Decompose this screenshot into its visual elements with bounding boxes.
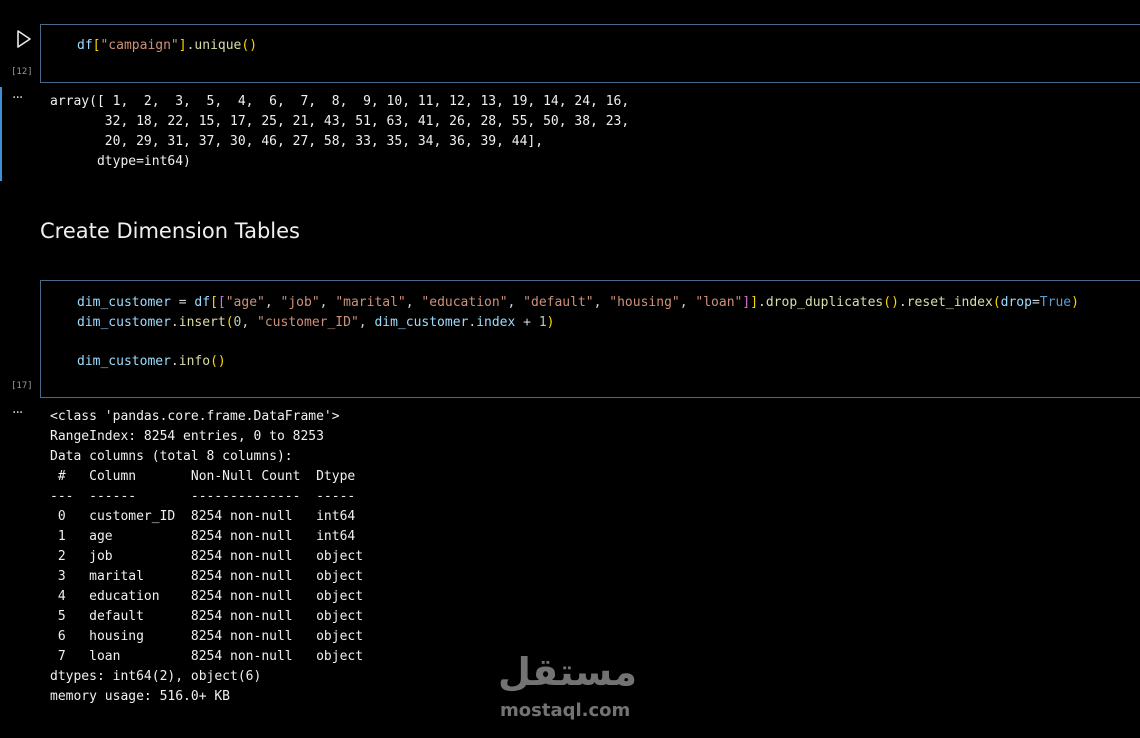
- code-token: (): [241, 38, 258, 53]
- code-token: index: [476, 314, 516, 330]
- output-menu-icon[interactable]: ···: [12, 90, 23, 106]
- code-token: "job": [280, 295, 320, 310]
- output-line: 32, 18, 22, 15, 17, 25, 21, 43, 51, 63, …: [50, 114, 630, 129]
- output-line: dtype=int64): [50, 154, 191, 169]
- cell-output: <class 'pandas.core.frame.DataFrame'> Ran…: [50, 407, 363, 707]
- code-token: .: [758, 295, 766, 310]
- output-line: --- ------ -------------- -----: [50, 489, 364, 504]
- code-token: ): [546, 314, 555, 330]
- output-line: RangeIndex: 8254 entries, 0 to 8253: [50, 429, 324, 444]
- code-token: ,: [319, 295, 336, 310]
- code-line: dim_customer.insert(0, "customer_ID", di…: [77, 313, 1079, 333]
- code-token: "housing": [609, 295, 680, 310]
- code-token: df: [77, 38, 93, 53]
- code-token: "loan": [695, 295, 743, 310]
- code-token: +: [515, 314, 539, 330]
- cell-focus-bar: [0, 87, 2, 181]
- output-line: 0 customer_ID 8254 non-null int64: [50, 509, 364, 524]
- code-token: drop: [1000, 295, 1032, 310]
- code-token: df: [194, 295, 211, 310]
- code-token: .: [898, 295, 907, 310]
- code-token: [: [217, 295, 226, 310]
- code-token: ]: [742, 295, 751, 310]
- watermark-url: mostaql.com: [500, 700, 631, 721]
- code-token: info: [178, 353, 211, 369]
- code-token: ,: [405, 295, 422, 310]
- code-token: True: [1039, 295, 1072, 310]
- output-line: 3 marital 8254 non-null object: [50, 569, 364, 584]
- output-line: 6 housing 8254 non-null object: [50, 629, 364, 644]
- code-editor-content[interactable]: df["campaign"].unique(): [77, 36, 257, 56]
- code-token: dim_customer: [77, 314, 171, 330]
- code-token: "customer_ID": [257, 314, 359, 330]
- code-token: unique: [194, 38, 242, 53]
- code-token: dim_customer: [77, 295, 171, 310]
- code-token: "marital": [335, 295, 406, 310]
- code-token: .: [170, 314, 179, 330]
- output-line: memory usage: 516.0+ KB: [50, 689, 231, 704]
- execution-count: [12]: [11, 67, 33, 77]
- output-line: 7 loan 8254 non-null object: [50, 649, 364, 664]
- code-token: (): [210, 353, 226, 369]
- code-token: .: [468, 314, 477, 330]
- code-token: 1: [538, 314, 547, 330]
- code-token: dim_customer: [374, 314, 469, 330]
- output-line: array([ 1, 2, 3, 5, 4, 6, 7, 8, 9, 10, 1…: [50, 94, 630, 109]
- code-token: "default": [523, 295, 594, 310]
- cell-output: array([ 1, 2, 3, 5, 4, 6, 7, 8, 9, 10, 1…: [50, 92, 629, 172]
- output-line: dtypes: int64(2), object(6): [50, 669, 262, 684]
- markdown-heading: Create Dimension Tables: [40, 219, 300, 243]
- output-line: # Column Non-Null Count Dtype: [50, 469, 364, 484]
- code-token: "campaign": [100, 38, 179, 53]
- code-token: ]: [750, 295, 759, 310]
- code-token: ]: [178, 38, 187, 53]
- code-line: dim_customer.info(): [77, 352, 1079, 372]
- code-token: ,: [593, 295, 610, 310]
- play-icon: [17, 30, 31, 48]
- code-line: dim_customer = df[["age", "job", "marita…: [77, 293, 1079, 313]
- output-line: 4 education 8254 non-null object: [50, 589, 364, 604]
- code-token: reset_index: [906, 295, 993, 310]
- code-token: [: [210, 295, 218, 310]
- code-editor-content[interactable]: dim_customer = df[["age", "job", "marita…: [77, 293, 1079, 371]
- output-line: <class 'pandas.core.frame.DataFrame'>: [50, 409, 340, 424]
- run-cell-button[interactable]: [14, 29, 34, 49]
- code-token: ): [1071, 295, 1079, 310]
- code-line: df["campaign"].unique(): [77, 36, 257, 56]
- code-cell-editor[interactable]: df["campaign"].unique(): [40, 24, 1140, 83]
- code-token: (: [225, 314, 234, 330]
- code-token: (): [883, 295, 899, 310]
- code-token: dim_customer: [77, 353, 171, 369]
- output-menu-icon[interactable]: ···: [12, 405, 23, 421]
- code-token: drop_duplicates: [765, 295, 884, 310]
- code-token: ,: [358, 314, 375, 330]
- code-cell-editor[interactable]: dim_customer = df[["age", "job", "marita…: [40, 280, 1140, 398]
- code-token: "education": [421, 295, 508, 310]
- code-token: .: [170, 353, 179, 369]
- code-token: ,: [679, 295, 696, 310]
- code-token: =: [170, 295, 195, 310]
- code-token: insert: [178, 314, 226, 330]
- code-token: ,: [507, 295, 524, 310]
- code-token: (: [992, 295, 1001, 310]
- code-token: =: [1031, 295, 1040, 310]
- code-token: ,: [264, 295, 281, 310]
- watermark-logo: مستقل: [498, 650, 637, 694]
- output-line: 5 default 8254 non-null object: [50, 609, 364, 624]
- code-token: "age": [225, 295, 265, 310]
- output-line: 20, 29, 31, 37, 30, 46, 27, 58, 33, 35, …: [50, 134, 544, 149]
- execution-count: [17]: [11, 381, 33, 391]
- output-line: Data columns (total 8 columns):: [50, 449, 293, 464]
- output-line: 1 age 8254 non-null int64: [50, 529, 364, 544]
- code-token: ,: [241, 314, 258, 330]
- output-line: 2 job 8254 non-null object: [50, 549, 364, 564]
